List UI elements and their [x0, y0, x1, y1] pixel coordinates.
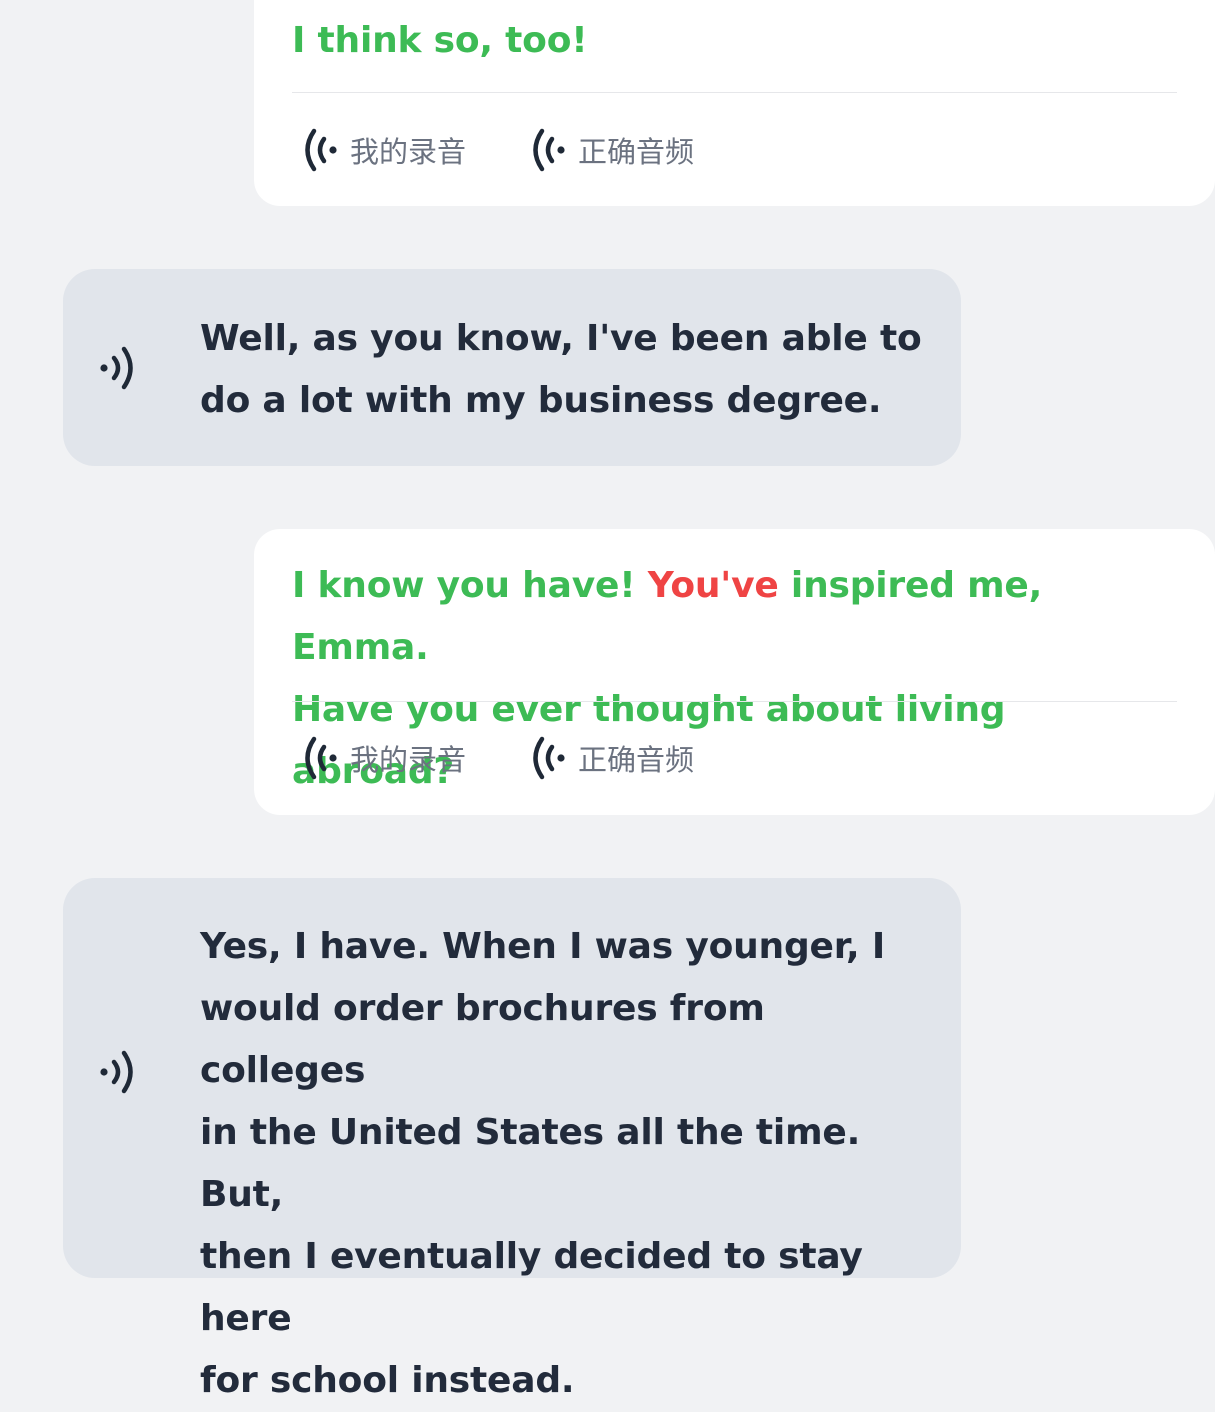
divider [292, 92, 1177, 93]
my-recording-label: 我的录音 [350, 135, 467, 169]
bot-message-bubble: Yes, I have. When I was younger, I would… [63, 878, 961, 1401]
bot-message-line: in the United States all the time. But, [200, 1112, 861, 1215]
divider [292, 701, 1177, 702]
sound-wave-icon[interactable] [97, 343, 143, 393]
correct-audio-button[interactable]: 正确音频 [528, 733, 694, 783]
bot-message-line: Well, as you know, I've been able to [200, 318, 922, 359]
my-recording-button[interactable]: 我的录音 [300, 733, 466, 783]
sound-wave-icon[interactable] [97, 1047, 143, 1097]
bot-message-line: do a lot with my business degree. [200, 380, 882, 421]
wave-left-icon [305, 736, 337, 780]
audio-controls: 我的录音 正确音频 [300, 124, 694, 176]
bot-message-text: Well, as you know, I've been able to do … [200, 308, 931, 432]
user-message-card: I think so, too! 我的录音 正确音频 [254, 0, 1215, 206]
correct-audio-label: 正确音频 [578, 743, 695, 777]
user-message-sentence: I think so, too! [292, 20, 588, 61]
bot-message-line: for school instead. [200, 1360, 575, 1401]
bot-message-line: then I eventually decided to stay here [200, 1236, 863, 1339]
correct-phrase: I know you have! [292, 565, 648, 606]
mispronounced-word: You've [647, 565, 779, 606]
user-message-text: I think so, too! [292, 10, 1175, 72]
correct-audio-label: 正确音频 [578, 135, 695, 169]
wave-left-icon [533, 128, 565, 172]
wave-left-icon [533, 736, 565, 780]
bot-message-line: Yes, I have. When I was younger, I [200, 926, 886, 967]
bot-message-line: would order brochures from colleges [200, 988, 765, 1091]
bot-message-bubble: Well, as you know, I've been able to do … [63, 269, 961, 466]
bot-message-text: Yes, I have. When I was younger, I would… [200, 916, 931, 1412]
correct-audio-button[interactable]: 正确音频 [528, 125, 694, 175]
user-message-card: I know you have! You've inspired me, Emm… [254, 529, 1215, 815]
user-message-line: I know you have! You've inspired me, Emm… [292, 555, 1175, 679]
wave-left-icon [305, 128, 337, 172]
my-recording-button[interactable]: 我的录音 [300, 125, 466, 175]
audio-controls: 我的录音 正确音频 [300, 732, 694, 784]
my-recording-label: 我的录音 [350, 743, 467, 777]
